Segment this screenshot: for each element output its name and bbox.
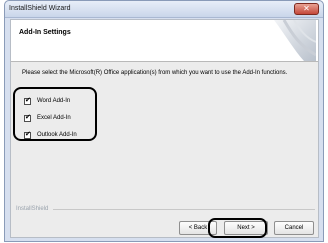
page-title: Add-In Settings — [19, 29, 71, 36]
title-bar[interactable]: InstallShield Wizard ✕ — [5, 1, 323, 18]
cancel-button[interactable]: Cancel — [274, 221, 314, 235]
addin-highlight-annotation — [13, 87, 97, 141]
footer-divider — [53, 209, 315, 210]
header-banner-graphic — [274, 20, 316, 61]
window-title: InstallShield Wizard — [9, 5, 71, 12]
instruction-text: Please select the Microsoft(R) Office ap… — [22, 70, 288, 76]
wizard-header: Add-In Settings — [11, 20, 318, 62]
next-highlight-annotation — [208, 218, 267, 238]
close-icon: ✕ — [303, 4, 310, 13]
installshield-brand: InstallShield — [16, 206, 49, 212]
close-button[interactable]: ✕ — [294, 3, 319, 15]
